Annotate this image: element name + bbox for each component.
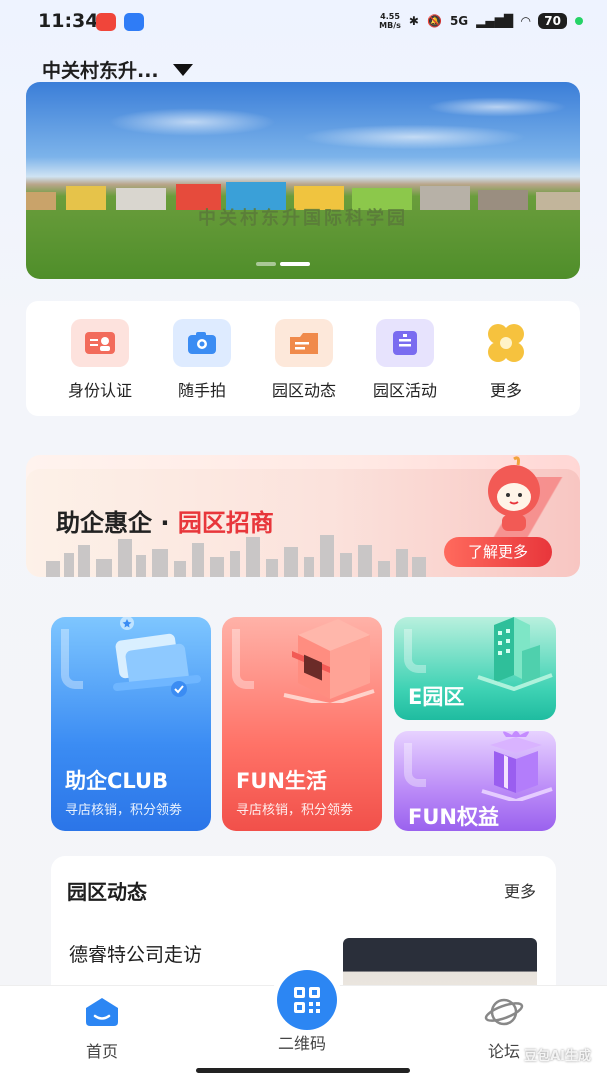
quick-item-label: 更多 — [489, 381, 522, 400]
feature-epark-card[interactable]: E园区 — [394, 617, 556, 720]
feature-fun-subtitle: 寻店核销，积分领劵 — [236, 803, 354, 818]
wifi-icon: ◠ — [521, 14, 531, 28]
activity-board-icon — [376, 319, 434, 367]
tab-home[interactable]: 首页 — [52, 996, 152, 1062]
carousel-dot-active — [280, 262, 310, 266]
chat-app-icon — [124, 13, 144, 31]
tab-home-label: 首页 — [85, 1042, 118, 1061]
status-indicators: 4.55 MB/s ✱ 🔕 5G ▂▄▆█ ◠ 70 — [379, 12, 583, 30]
hero-banner[interactable]: 中关村东升国际科学园 — [26, 82, 580, 279]
promo-title-main: 助企惠企 · — [56, 509, 178, 537]
privacy-dot — [575, 17, 583, 25]
quick-item-label: 身份认证 — [67, 381, 132, 400]
qr-code-button[interactable] — [277, 970, 337, 1030]
carousel-indicator — [256, 262, 310, 266]
quick-item-label: 随手拍 — [177, 381, 226, 400]
feature-fun-card[interactable]: FUN生活 寻店核销，积分领劵 — [222, 617, 382, 831]
banner-clouds — [26, 82, 580, 182]
status-bar: 11:34 4.55 MB/s ✱ 🔕 5G ▂▄▆█ ◠ 70 — [0, 0, 607, 44]
id-card-icon — [71, 319, 129, 367]
news-more-link[interactable]: 更多 — [504, 878, 536, 902]
ai-watermark: 豆包AI生成 — [524, 1049, 591, 1064]
quick-item-snapshot[interactable]: 随手拍 — [152, 319, 252, 401]
quick-item-park-activity[interactable]: 园区活动 — [355, 319, 455, 401]
tab-qr-label: 二维码 — [277, 1034, 326, 1053]
learn-more-button[interactable]: 了解更多 — [444, 537, 552, 567]
feature-club-title: 助企CLUB — [65, 769, 169, 793]
cards-illustration-icon — [113, 617, 201, 697]
feature-rights-card[interactable]: FUN权益 — [394, 731, 556, 831]
feature-club-card[interactable]: 助企CLUB 寻店核销，积分领劵 — [51, 617, 211, 831]
news-heading: 园区动态 — [67, 880, 147, 904]
feature-epark-title: E园区 — [408, 685, 465, 709]
promo-title-accent: 园区招商 — [177, 509, 274, 537]
banner-sign-text: 中关村东升国际科学园 — [198, 208, 408, 229]
more-clover-icon — [477, 319, 535, 367]
bluetooth-icon: ✱ — [408, 14, 419, 28]
network-speed: 4.55 MB/s — [379, 12, 401, 30]
feature-club-subtitle: 寻店核销，积分领劵 — [65, 803, 183, 818]
quick-menu: 身份认证 随手拍 园区动态 园区活动 更多 — [26, 301, 580, 416]
quick-item-identity[interactable]: 身份认证 — [50, 319, 150, 401]
qr-code-icon — [294, 987, 320, 1013]
planet-icon — [484, 998, 524, 1026]
decorative-j — [232, 629, 254, 689]
decorative-j — [404, 743, 426, 787]
carousel-dot — [256, 262, 276, 266]
mute-icon: 🔕 — [426, 14, 442, 28]
quick-item-more[interactable]: 更多 — [456, 319, 556, 401]
news-folder-icon — [275, 319, 333, 367]
gift-box-icon — [481, 731, 553, 801]
location-selector[interactable]: 中关村东升... — [42, 56, 193, 83]
storefront-icon — [283, 619, 375, 703]
quick-item-label: 园区活动 — [372, 381, 437, 400]
feature-rights-title: FUN权益 — [408, 805, 499, 829]
buildings-icon — [477, 617, 553, 691]
caret-down-icon — [172, 63, 193, 76]
signal-label: 5G — [449, 14, 469, 28]
decorative-j — [404, 629, 426, 673]
battery-indicator: 70 — [538, 13, 567, 29]
quick-item-label: 园区动态 — [271, 381, 336, 400]
quick-item-park-news[interactable]: 园区动态 — [254, 319, 354, 401]
video-app-icon — [96, 13, 116, 31]
promo-banner[interactable]: 助企惠企 · 园区招商 了解更多 — [26, 455, 580, 577]
signal-icon: ▂▄▆█ — [476, 14, 514, 28]
home-icon — [86, 998, 118, 1026]
status-time: 11:34 — [38, 10, 99, 32]
location-label: 中关村东升... — [42, 60, 159, 82]
promo-title: 助企惠企 · 园区招商 — [56, 503, 274, 538]
feature-fun-title: FUN生活 — [236, 769, 327, 793]
decorative-j — [61, 629, 83, 689]
home-indicator — [196, 1068, 410, 1073]
mascot-icon — [488, 456, 540, 531]
camera-icon — [173, 319, 231, 367]
news-item-title: 德睿特公司走访 — [69, 944, 203, 966]
